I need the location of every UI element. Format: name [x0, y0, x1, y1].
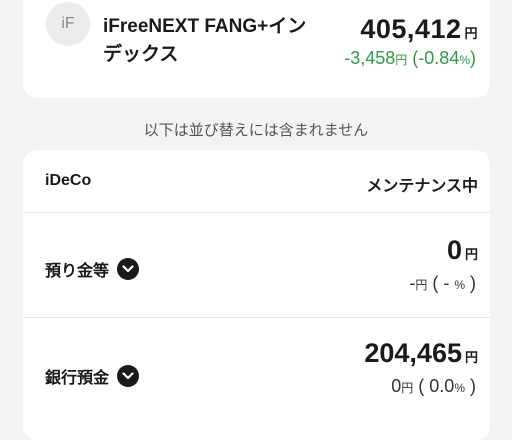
- bank-change-yen: 円: [401, 381, 414, 395]
- bank-label: 銀行預金: [45, 370, 110, 387]
- deposit-amount: 0円: [447, 235, 478, 266]
- fund-change-pct-sign: %: [459, 53, 470, 67]
- fund-value: 405,412 円: [360, 14, 478, 45]
- ideco-title: iDeCo: [45, 172, 92, 189]
- deposit-label: 預り金等: [45, 263, 110, 280]
- fund-avatar: iF: [46, 2, 90, 46]
- bank-change-value: 0: [391, 376, 402, 396]
- ideco-row-bank: 銀行預金 204,465 円 0円 ( 0.0% ): [23, 318, 490, 438]
- deposit-change-pct-sign: %: [454, 278, 465, 292]
- deposit-amount-value: 0: [446, 235, 462, 265]
- fund-value-yen: 円: [464, 26, 478, 41]
- ideco-status: メンテナンス中: [366, 178, 478, 195]
- bank-amount-yen: 円: [464, 350, 478, 365]
- bank-change-close: ): [465, 376, 476, 396]
- bank-amount: 204,465 円: [364, 338, 478, 369]
- fund-change-yen: 円: [395, 53, 408, 67]
- fund-change-pct-close: ): [470, 48, 476, 68]
- fund-change-pct-open: (: [407, 48, 419, 68]
- bank-toggle[interactable]: 銀行預金: [45, 364, 140, 388]
- fund-change-amount: -3,458: [344, 48, 396, 68]
- deposit-change-pct: ( -: [427, 273, 455, 293]
- deposit-change-close: ): [465, 273, 476, 293]
- bank-change-pct-sign: %: [454, 381, 465, 395]
- deposit-toggle[interactable]: 預り金等: [45, 257, 140, 281]
- bank-change-pct: ( 0.0: [413, 376, 455, 396]
- fund-card[interactable]: iF iFreeNEXT FANG+インデックス 405,412 円 -3,458…: [23, 0, 490, 98]
- bank-change: 0円 ( 0.0% ): [391, 376, 476, 397]
- chevron-down-icon[interactable]: [117, 365, 140, 387]
- ideco-card: iDeCo メンテナンス中 預り金等 0円 -円 ( - % ) 銀行預金 20…: [23, 150, 490, 440]
- sort-note: 以下は並び替えには含まれません: [143, 122, 369, 139]
- deposit-change-yen: 円: [415, 278, 428, 292]
- fund-name: iFreeNEXT FANG+インデックス: [103, 16, 307, 65]
- fund-change-pct: -0.84: [418, 48, 460, 68]
- fund-change: -3,458円 (-0.84%): [344, 48, 476, 69]
- ideco-row-deposit: 預り金等 0円 -円 ( - % ): [23, 213, 490, 318]
- ideco-header: iDeCo メンテナンス中: [23, 150, 490, 213]
- deposit-change: -円 ( - % ): [409, 273, 476, 294]
- chevron-down-icon[interactable]: [117, 258, 140, 280]
- deposit-amount-yen: 円: [464, 247, 478, 262]
- bank-amount-value: 204,465: [364, 338, 462, 368]
- fund-value-amount: 405,412: [360, 14, 462, 44]
